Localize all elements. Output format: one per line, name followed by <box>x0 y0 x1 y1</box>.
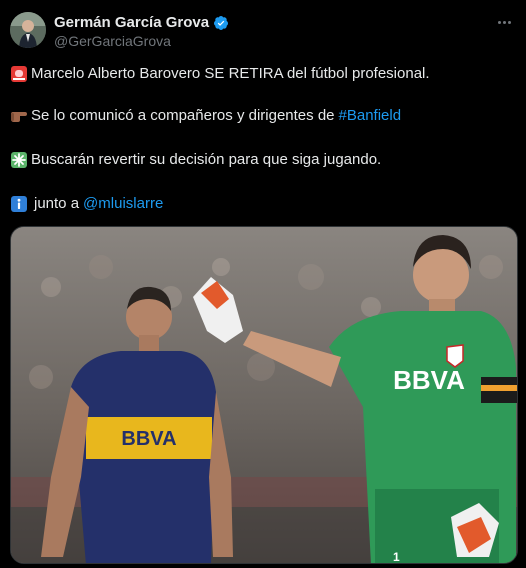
right-jersey-number: 1 <box>393 550 400 564</box>
mention-link[interactable]: @mluislarre <box>83 194 163 214</box>
tweet-line-3-text: Buscarán revertir su decisión para que s… <box>31 151 382 168</box>
author-handle[interactable]: @GerGarciaGrova <box>54 33 171 49</box>
tweet-line-4: junto a @mluislarre <box>10 194 163 214</box>
pointing-right-hand-emoji <box>10 107 28 125</box>
verified-badge-icon <box>213 15 229 31</box>
sparkle-emoji <box>10 151 28 169</box>
tweet-line-3: Buscarán revertir su decisión para que s… <box>10 150 381 170</box>
rotating-light-emoji <box>10 65 28 83</box>
more-options-icon[interactable] <box>492 12 516 32</box>
author-display-name[interactable]: Germán García Grova <box>54 14 209 31</box>
tweet-line-4-text: junto a <box>34 195 80 212</box>
tweet-photo[interactable]: BBVA BBVA 1 <box>10 226 518 564</box>
hashtag-link[interactable]: #Banfield <box>339 106 402 126</box>
information-emoji <box>10 195 28 213</box>
left-jersey-text: BBVA <box>121 428 176 450</box>
tweet-line-1-text: Marcelo Alberto Barovero SE RETIRA del f… <box>31 65 430 82</box>
tweet-card[interactable]: Germán García Grova @GerGarciaGrova Marc… <box>0 0 526 568</box>
author-name-line: Germán García Grova <box>54 14 229 31</box>
tweet-line-1: Marcelo Alberto Barovero SE RETIRA del f… <box>10 64 430 84</box>
tweet-header: Germán García Grova @GerGarciaGrova <box>10 12 516 52</box>
author-avatar[interactable] <box>10 12 46 48</box>
right-jersey-text: BBVA <box>393 365 465 395</box>
tweet-line-2-text: Se lo comunicó a compañeros y dirigentes… <box>31 107 335 124</box>
tweet-line-2: Se lo comunicó a compañeros y dirigentes… <box>10 106 401 126</box>
